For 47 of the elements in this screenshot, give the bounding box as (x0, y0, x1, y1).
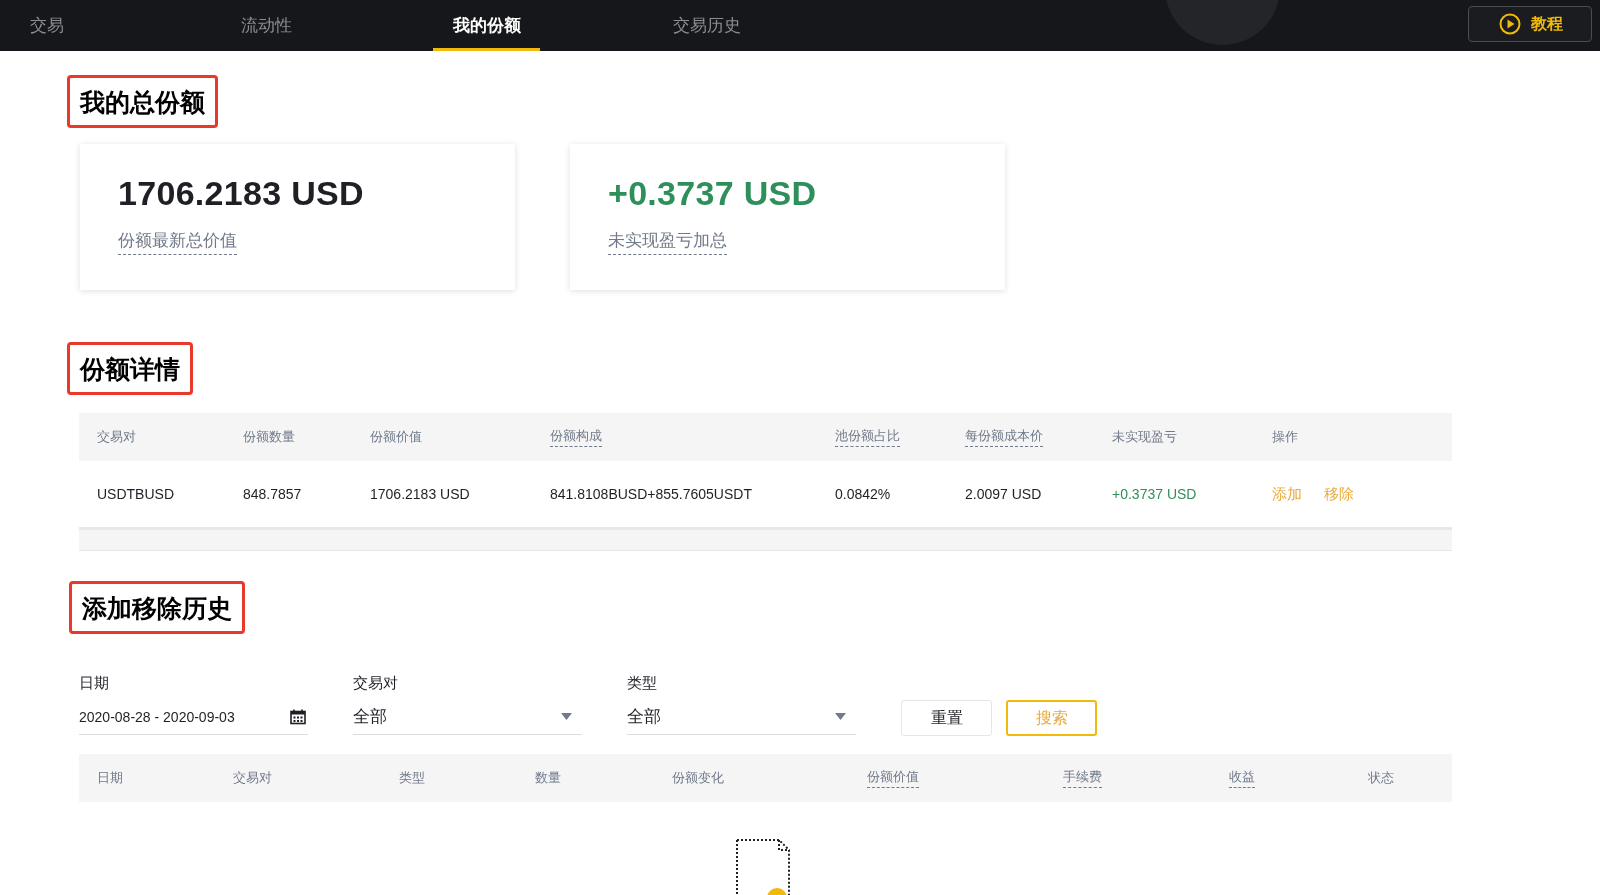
nav-tab[interactable]: 交易 (0, 0, 100, 51)
stat-value: +0.3737 USD (608, 174, 818, 213)
tutorial-button[interactable]: 教程 (1468, 6, 1592, 42)
filter-label: 日期 (79, 674, 110, 693)
table-cell-text: 1706.2183 USD (370, 486, 471, 502)
column-header: 状态 (1368, 769, 1394, 787)
stat-label: 未实现盈亏加总 (608, 229, 727, 255)
reset-button[interactable]: 重置 (901, 700, 992, 736)
dropdown-field[interactable]: 全部 (627, 699, 856, 735)
column-header: 交易对 (97, 428, 136, 446)
dropdown-field[interactable]: 全部 (353, 699, 582, 735)
column-header: 交易对 (233, 769, 272, 787)
section-title: 添加移除历史 (69, 581, 245, 634)
filter-label: 交易对 (353, 674, 399, 693)
table-cell-text: +0.3737 USD (1112, 486, 1198, 502)
column-header: 份额价值 (867, 768, 919, 788)
caret-icon (561, 713, 572, 720)
section-title: 份额详情 (67, 342, 193, 395)
column-header: 份额构成 (550, 427, 602, 447)
stat-label: 份额最新总价值 (118, 229, 237, 255)
caret-icon (835, 713, 846, 720)
table-cell-text: 848.7857 (243, 486, 303, 502)
stat-value: 1706.2183 USD (118, 174, 365, 213)
table-cell-text: 0.0842% (835, 486, 892, 502)
column-header: 类型 (399, 769, 425, 787)
filter-label: 类型 (627, 674, 658, 693)
calendar-icon (290, 708, 306, 725)
column-header: 收益 (1229, 768, 1255, 788)
table-cell-text: 2.0097 USD (965, 486, 1043, 502)
nav-tab[interactable]: 我的份额 (433, 0, 540, 51)
column-header: 池份额占比 (835, 427, 900, 447)
column-header: 日期 (97, 769, 123, 787)
column-header: 份额数量 (243, 428, 295, 446)
column-header: 数量 (535, 769, 561, 787)
play-icon (1499, 13, 1521, 35)
table-cell-text: USDTBUSD (97, 486, 175, 502)
section-title: 我的总份额 (67, 75, 218, 128)
nav-tab[interactable]: 交易历史 (653, 0, 760, 51)
table-cell-text: 841.8108BUSD+855.7605USDT (550, 486, 753, 502)
nav-tab[interactable]: 流动性 (213, 0, 320, 51)
column-header: 份额价值 (370, 428, 422, 446)
column-header: 手续费 (1063, 768, 1102, 788)
column-header: 未实现盈亏 (1112, 428, 1177, 446)
date-range-field[interactable]: 2020-08-28 - 2020-09-03 (79, 699, 308, 735)
column-header: 操作 (1272, 428, 1298, 446)
column-header: 每份额成本价 (965, 427, 1043, 447)
column-header: 份额变化 (672, 769, 724, 787)
